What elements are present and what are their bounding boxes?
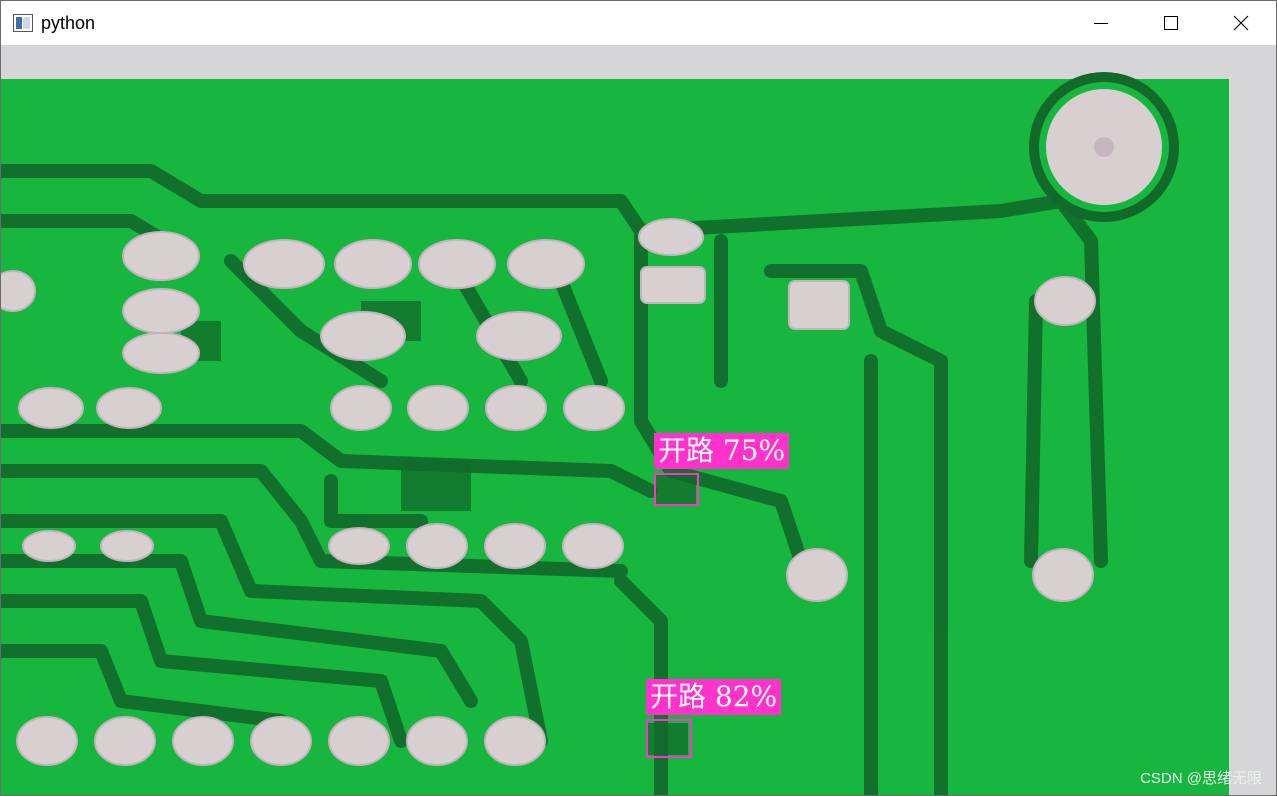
- close-icon: [1233, 15, 1249, 31]
- python-app-icon: [13, 14, 33, 32]
- watermark: CSDN @思绪无限: [1140, 770, 1262, 787]
- title-bar[interactable]: python: [1, 1, 1276, 45]
- close-button[interactable]: [1206, 1, 1276, 45]
- window-controls: [1066, 1, 1276, 45]
- maximize-icon: [1164, 16, 1178, 30]
- app-window: python 开路 75% 开路 82% CSDN @思绪无限: [0, 0, 1277, 796]
- image-canvas: 开路 75% 开路 82% CSDN @思绪无限: [1, 45, 1276, 795]
- detection-box-1[interactable]: [654, 473, 699, 506]
- window-title: python: [41, 12, 96, 33]
- maximize-button[interactable]: [1136, 1, 1206, 45]
- pcb-image: [1, 72, 1229, 795]
- detection-box-2[interactable]: [646, 719, 692, 758]
- detection-label-1: 开路 75%: [654, 433, 790, 469]
- minimize-icon: [1094, 23, 1108, 24]
- detection-label-2: 开路 82%: [646, 679, 782, 715]
- minimize-button[interactable]: [1066, 1, 1136, 45]
